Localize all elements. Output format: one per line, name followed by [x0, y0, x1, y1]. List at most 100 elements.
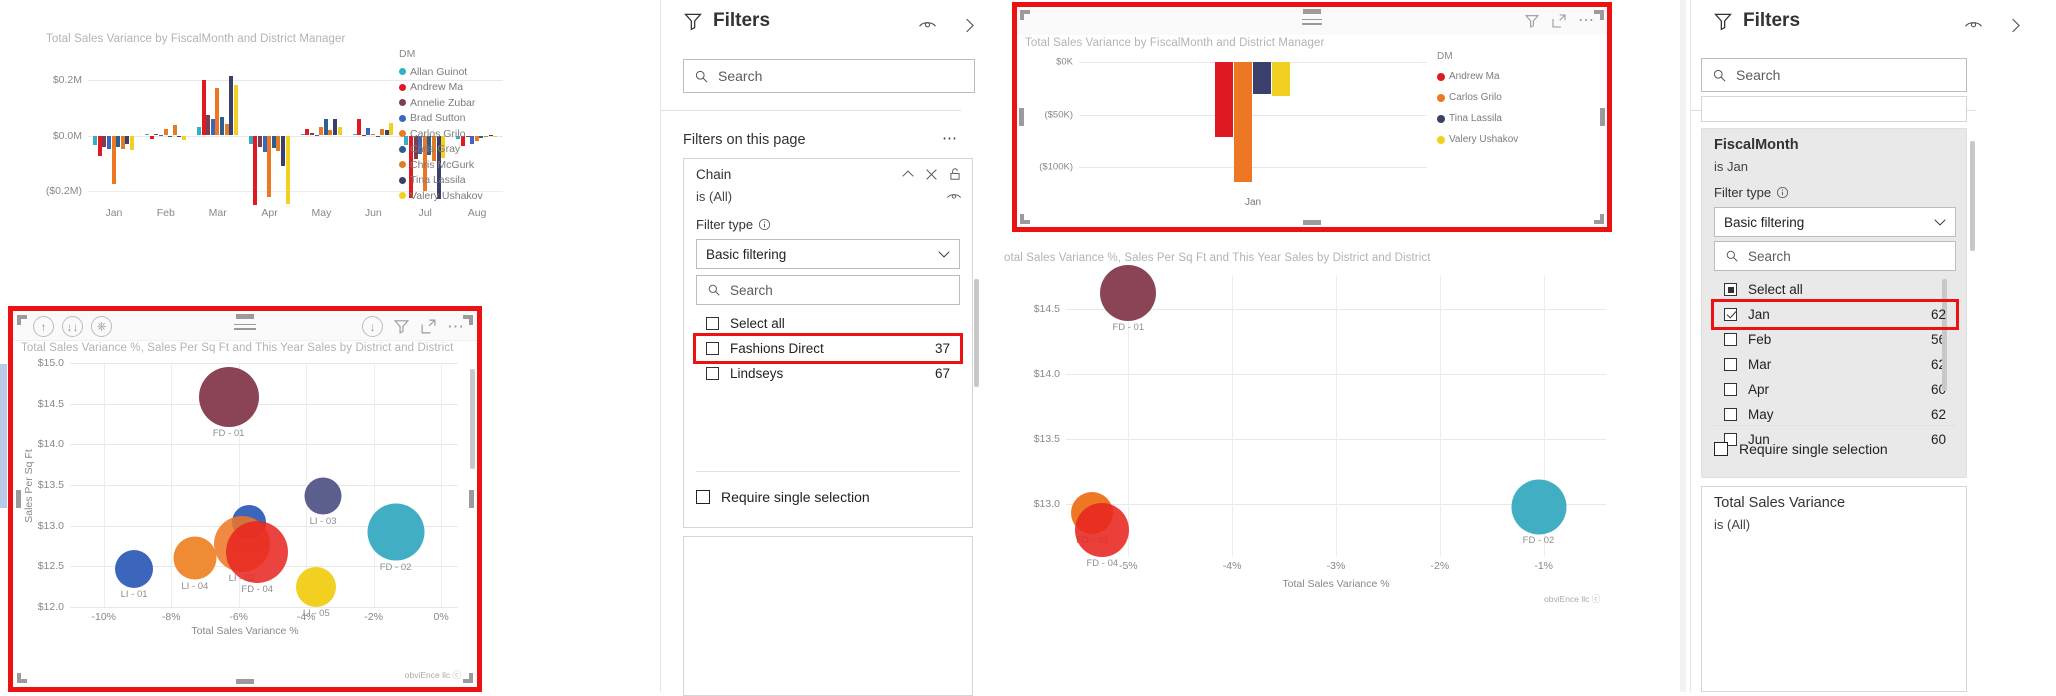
- filter-card-previous-partial[interactable]: [1701, 96, 1967, 122]
- hamburger-icon[interactable]: [1302, 16, 1322, 28]
- left-bar-chart-visual[interactable]: Total Sales Variance by FiscalMonth and …: [0, 0, 660, 290]
- filter-item-checkbox[interactable]: [1724, 358, 1737, 371]
- resize-handle-left[interactable]: [16, 490, 21, 508]
- visual-header-actions[interactable]: ↓ ⋯: [362, 316, 465, 337]
- visual-scrollbar-thumb[interactable]: [470, 369, 475, 469]
- resize-handle-bl2[interactable]: [17, 673, 21, 683]
- filter-item-checkbox[interactable]: [1724, 383, 1737, 396]
- filter-type-select[interactable]: Basic filtering: [696, 239, 960, 269]
- data-bubble[interactable]: [1075, 502, 1130, 557]
- data-bubble[interactable]: [1100, 264, 1157, 321]
- hide-filter-icon[interactable]: [918, 16, 937, 35]
- bar[interactable]: [1215, 62, 1233, 137]
- resize-handle-tr2[interactable]: [469, 315, 473, 325]
- resize-handle-top[interactable]: [1303, 9, 1321, 14]
- filter-list-item[interactable]: Lindseys 67: [696, 361, 960, 386]
- resize-handle-bottom[interactable]: [236, 679, 254, 684]
- info-icon[interactable]: [758, 218, 771, 231]
- filter-list-item[interactable]: Mar 62: [1714, 352, 1956, 377]
- download-icon[interactable]: ↓: [362, 316, 383, 337]
- left-bubble-chart-visual-selected[interactable]: ↑ ↓↓ ⎈ ↓ ⋯ Total Sales Variance %, Sales…: [8, 306, 482, 692]
- filter-item-checkbox[interactable]: [1724, 333, 1737, 346]
- resize-handle-top[interactable]: [236, 314, 254, 319]
- legend-item[interactable]: Carlos Grilo: [1437, 87, 1542, 108]
- filter-item-checkbox[interactable]: [706, 342, 719, 355]
- right-bar-chart-visual-selected[interactable]: ⋯ Total Sales Variance by FiscalMonth an…: [1012, 2, 1612, 232]
- more-options-icon[interactable]: ⋯: [447, 318, 465, 335]
- filter-values-search-input[interactable]: Search: [696, 275, 960, 305]
- filter-list-scrollbar-thumb[interactable]: [1942, 279, 1947, 391]
- legend-item[interactable]: Annelie Zubar: [399, 95, 519, 111]
- filter-list-item[interactable]: May 62: [1714, 402, 1956, 427]
- filters-pane-search-input[interactable]: Search: [1701, 58, 1967, 92]
- resize-handle-tl2[interactable]: [17, 315, 21, 325]
- filter-card-scrollbar-thumb[interactable]: [1970, 141, 1975, 251]
- resize-handle-br2[interactable]: [1600, 214, 1604, 224]
- filters-pane-search-input[interactable]: Search: [683, 59, 975, 93]
- legend-item[interactable]: Carlos Grilo: [399, 126, 519, 142]
- resize-handle-left[interactable]: [1019, 108, 1024, 126]
- bar[interactable]: [1234, 62, 1252, 182]
- require-single-selection-checkbox[interactable]: [696, 490, 710, 504]
- info-icon[interactable]: [1776, 186, 1789, 199]
- filters-section-more-icon[interactable]: ⋯: [942, 131, 958, 146]
- resize-handle-br2[interactable]: [469, 673, 473, 683]
- legend-item[interactable]: Chris McGurk: [399, 157, 519, 173]
- data-bubble[interactable]: [198, 367, 259, 428]
- filter-icon[interactable]: [393, 318, 410, 335]
- drill-down-icon[interactable]: ↓↓: [62, 316, 83, 337]
- filter-values-search-input[interactable]: Search: [1714, 241, 1956, 271]
- filter-list-item[interactable]: Jan 62: [1711, 299, 1959, 330]
- filter-values-list[interactable]: Select all Fashions Direct 37 Lindseys 67: [693, 311, 963, 386]
- legend-item[interactable]: Tina Lassila: [399, 173, 519, 189]
- filter-list-item[interactable]: Apr 60: [1714, 377, 1956, 402]
- legend-item[interactable]: Valery Ushakov: [399, 188, 519, 204]
- bar[interactable]: [1272, 62, 1290, 96]
- focus-mode-icon[interactable]: [420, 318, 437, 335]
- filter-list-scrollbar-thumb[interactable]: [974, 279, 979, 387]
- filter-item-checkbox[interactable]: [1724, 308, 1737, 321]
- legend-item[interactable]: Allan Guinot: [399, 64, 519, 80]
- filter-list-item[interactable]: Feb 56: [1714, 327, 1956, 352]
- legend-item[interactable]: Brad Sutton: [399, 111, 519, 127]
- hide-filter-icon[interactable]: [1964, 16, 1983, 35]
- data-bubble[interactable]: [304, 477, 342, 515]
- resize-handle-tl2[interactable]: [1020, 10, 1024, 20]
- resize-handle-tr2[interactable]: [1600, 10, 1604, 20]
- require-single-selection-row[interactable]: Require single selection: [1714, 441, 1888, 457]
- legend-item[interactable]: Andrew Ma: [1437, 66, 1542, 87]
- more-options-icon[interactable]: ⋯: [1578, 13, 1595, 29]
- filter-list-item[interactable]: Select all: [696, 311, 960, 336]
- visual-header-actions[interactable]: ⋯: [1524, 13, 1595, 29]
- filter-item-checkbox[interactable]: [706, 367, 719, 380]
- filter-list-item[interactable]: Select all: [1714, 277, 1956, 302]
- data-bubble[interactable]: [1511, 479, 1566, 534]
- bar[interactable]: [1253, 62, 1271, 94]
- filter-list-item[interactable]: Fashions Direct 37: [693, 333, 963, 364]
- chevron-up-icon[interactable]: [901, 167, 915, 181]
- hamburger-icon[interactable]: [234, 321, 256, 333]
- legend-item[interactable]: Chris Gray: [399, 142, 519, 158]
- filter-icon[interactable]: [1524, 13, 1540, 29]
- filter-card-next[interactable]: [683, 536, 973, 696]
- data-bubble[interactable]: [296, 566, 337, 607]
- drill-up-icon[interactable]: ↑: [33, 316, 54, 337]
- data-bubble[interactable]: [115, 549, 154, 588]
- right-bubble-chart-visual[interactable]: otal Sales Variance %, Sales Per Sq Ft a…: [1004, 248, 1664, 692]
- resize-handle-right[interactable]: [469, 490, 474, 508]
- resize-handle-right[interactable]: [1600, 108, 1605, 126]
- filter-card-chain[interactable]: Chain is (All) Filter type Basic filteri…: [683, 158, 979, 528]
- focus-mode-icon[interactable]: [1551, 13, 1567, 29]
- visual-drill-controls[interactable]: ↑ ↓↓ ⎈: [33, 316, 112, 337]
- filter-card-total-sales-variance[interactable]: Total Sales Variance is (All): [1701, 486, 1967, 692]
- lock-open-icon[interactable]: [948, 167, 962, 181]
- resize-handle-bottom[interactable]: [1303, 220, 1321, 225]
- filter-card-fiscalmonth[interactable]: FiscalMonth is Jan Filter type Basic fil…: [1701, 128, 1975, 478]
- close-icon[interactable]: [925, 168, 938, 181]
- collapse-pane-icon[interactable]: [961, 17, 978, 34]
- data-bubble[interactable]: [367, 503, 425, 561]
- data-bubble[interactable]: [226, 520, 289, 583]
- legend-item[interactable]: Tina Lassila: [1437, 108, 1542, 129]
- collapse-pane-icon[interactable]: [2007, 17, 2024, 34]
- require-single-selection-checkbox[interactable]: [1714, 442, 1728, 456]
